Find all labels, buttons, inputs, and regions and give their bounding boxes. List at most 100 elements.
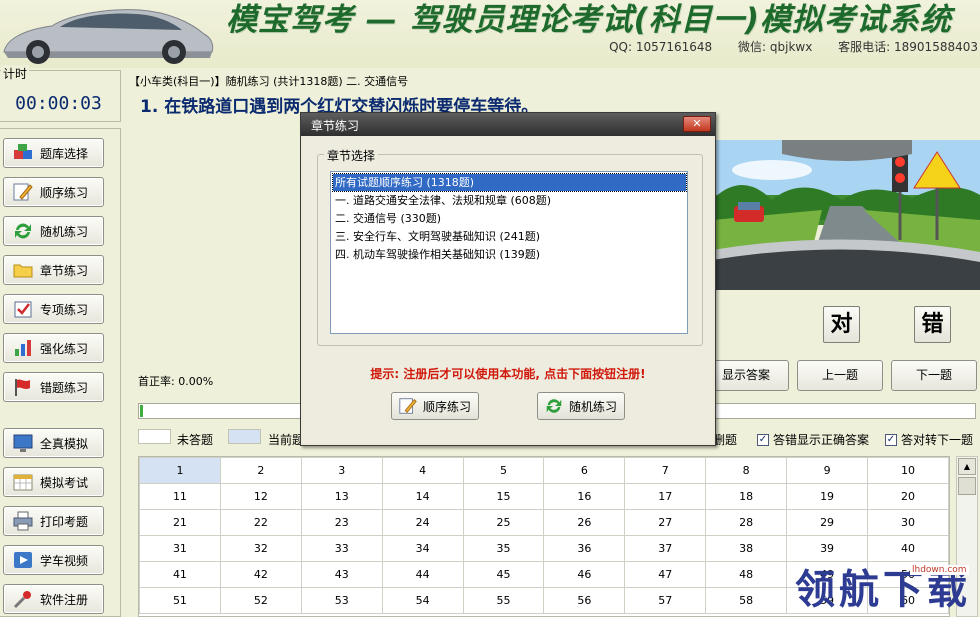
answer-correct-button[interactable]: 对 xyxy=(823,306,860,343)
nav-button-question-bank[interactable]: 题库选择 xyxy=(3,138,104,168)
question-cell[interactable]: 28 xyxy=(705,509,788,536)
option-auto-next[interactable]: ✓ 答对转下一题 xyxy=(885,431,973,448)
nav-button-full-simulation[interactable]: 全真模拟 xyxy=(3,428,104,458)
pencil-icon xyxy=(13,183,33,201)
question-cell[interactable]: 15 xyxy=(462,483,545,510)
dialog-titlebar[interactable]: 章节练习 ✕ xyxy=(301,113,715,136)
nav-button-chapter[interactable]: 章节练习 xyxy=(3,255,104,285)
question-cell[interactable]: 44 xyxy=(381,561,464,588)
dialog-sequential-label: 顺序练习 xyxy=(423,399,472,414)
question-cell[interactable]: 1 xyxy=(139,457,221,484)
checkbox-checked-icon[interactable]: ✓ xyxy=(757,433,769,446)
progress-fill xyxy=(140,405,143,417)
option-show-correct-label: 答错显示正确答案 xyxy=(773,433,870,447)
question-cell[interactable]: 19 xyxy=(786,483,869,510)
nav-button-special[interactable]: 专项练习 xyxy=(3,294,104,324)
question-cell[interactable]: 29 xyxy=(786,509,869,536)
chapter-item[interactable]: 三. 安全行车、文明驾驶基础知识 (241题) xyxy=(333,228,686,245)
question-cell[interactable]: 25 xyxy=(462,509,545,536)
question-cell[interactable]: 31 xyxy=(139,535,221,562)
question-cell[interactable]: 56 xyxy=(543,587,626,614)
question-cell[interactable]: 37 xyxy=(624,535,707,562)
checkbox-checked-icon[interactable]: ✓ xyxy=(885,433,897,446)
close-icon[interactable]: ✕ xyxy=(683,116,711,132)
question-cell[interactable]: 14 xyxy=(381,483,464,510)
question-cell[interactable]: 53 xyxy=(300,587,383,614)
dialog-sequential-button[interactable]: 顺序练习 xyxy=(391,392,479,420)
question-cell[interactable]: 41 xyxy=(139,561,221,588)
nav-button-video[interactable]: 学车视频 xyxy=(3,545,104,575)
timer-value: 00:00:03 xyxy=(15,93,102,114)
question-cell[interactable]: 43 xyxy=(300,561,383,588)
service-phone: 客服电话: 18901588403 xyxy=(838,40,978,54)
chapter-item[interactable]: 所有试题顺序练习 (1318题) xyxy=(332,173,687,192)
prev-question-button[interactable]: 上一题 xyxy=(797,360,883,391)
question-cell[interactable]: 34 xyxy=(381,535,464,562)
question-cell[interactable]: 32 xyxy=(219,535,302,562)
question-cell[interactable]: 2 xyxy=(219,457,302,484)
scroll-thumb[interactable] xyxy=(958,477,976,495)
scroll-up-icon[interactable]: ▲ xyxy=(958,458,976,475)
question-cell[interactable]: 13 xyxy=(300,483,383,510)
timer-caption: 计时 xyxy=(1,65,30,82)
chapter-item[interactable]: 四. 机动车驾驶操作相关基础知识 (139题) xyxy=(333,246,686,263)
nav-label: 全真模拟 xyxy=(40,436,89,451)
chapter-item[interactable]: 二. 交通信号 (330题) xyxy=(333,210,686,227)
nav-button-register[interactable]: 软件注册 xyxy=(3,584,104,614)
flag-icon xyxy=(15,379,30,396)
refresh-icon xyxy=(546,399,562,413)
legend-unanswered-label: 未答题 xyxy=(177,433,214,447)
question-cell[interactable]: 47 xyxy=(624,561,707,588)
question-cell[interactable]: 21 xyxy=(139,509,221,536)
question-cell[interactable]: 52 xyxy=(219,587,302,614)
question-cell[interactable]: 46 xyxy=(543,561,626,588)
question-cell[interactable]: 51 xyxy=(139,587,221,614)
question-cell[interactable]: 30 xyxy=(867,509,949,536)
next-question-button[interactable]: 下一题 xyxy=(891,360,977,391)
nav-button-intensive[interactable]: 强化练习 xyxy=(3,333,104,363)
question-cell[interactable]: 12 xyxy=(219,483,302,510)
question-cell[interactable]: 38 xyxy=(705,535,788,562)
question-cell[interactable]: 17 xyxy=(624,483,707,510)
dialog-title: 章节练习 xyxy=(311,119,360,133)
question-cell[interactable]: 4 xyxy=(381,457,464,484)
question-cell[interactable]: 20 xyxy=(867,483,949,510)
question-cell[interactable]: 42 xyxy=(219,561,302,588)
chapter-list[interactable]: 所有试题顺序练习 (1318题) 一. 道路交通安全法律、法规和规章 (608题)… xyxy=(330,171,688,334)
question-cell[interactable]: 18 xyxy=(705,483,788,510)
question-cell[interactable]: 16 xyxy=(543,483,626,510)
question-cell[interactable]: 45 xyxy=(462,561,545,588)
question-cell[interactable]: 35 xyxy=(462,535,545,562)
question-cell[interactable]: 24 xyxy=(381,509,464,536)
wechat-id: 微信: qbjkwx xyxy=(738,40,813,54)
nav-button-sequential[interactable]: 顺序练习 xyxy=(3,177,104,207)
dialog-random-button[interactable]: 随机练习 xyxy=(537,392,625,420)
question-cell[interactable]: 33 xyxy=(300,535,383,562)
nav-button-random[interactable]: 随机练习 xyxy=(3,216,104,246)
watermark-url: lhdown.com xyxy=(910,565,969,575)
question-cell[interactable]: 36 xyxy=(543,535,626,562)
question-cell[interactable]: 48 xyxy=(705,561,788,588)
question-cell[interactable]: 8 xyxy=(705,457,788,484)
question-cell[interactable]: 22 xyxy=(219,509,302,536)
question-cell[interactable]: 54 xyxy=(381,587,464,614)
question-cell[interactable]: 27 xyxy=(624,509,707,536)
question-cell[interactable]: 7 xyxy=(624,457,707,484)
nav-button-mock-exam[interactable]: 模拟考试 xyxy=(3,467,104,497)
question-cell[interactable]: 26 xyxy=(543,509,626,536)
question-cell[interactable]: 23 xyxy=(300,509,383,536)
question-cell[interactable]: 58 xyxy=(705,587,788,614)
question-cell[interactable]: 57 xyxy=(624,587,707,614)
question-cell[interactable]: 5 xyxy=(462,457,545,484)
question-cell[interactable]: 3 xyxy=(300,457,383,484)
question-cell[interactable]: 9 xyxy=(786,457,869,484)
question-cell[interactable]: 6 xyxy=(543,457,626,484)
option-show-correct[interactable]: ✓ 答错显示正确答案 xyxy=(757,431,869,448)
question-cell[interactable]: 10 xyxy=(867,457,949,484)
chapter-item[interactable]: 一. 道路交通安全法律、法规和规章 (608题) xyxy=(333,192,686,209)
question-cell[interactable]: 11 xyxy=(139,483,221,510)
nav-button-mistakes[interactable]: 错题练习 xyxy=(3,372,104,402)
question-cell[interactable]: 55 xyxy=(462,587,545,614)
answer-wrong-button[interactable]: 错 xyxy=(914,306,951,343)
nav-button-print[interactable]: 打印考题 xyxy=(3,506,104,536)
